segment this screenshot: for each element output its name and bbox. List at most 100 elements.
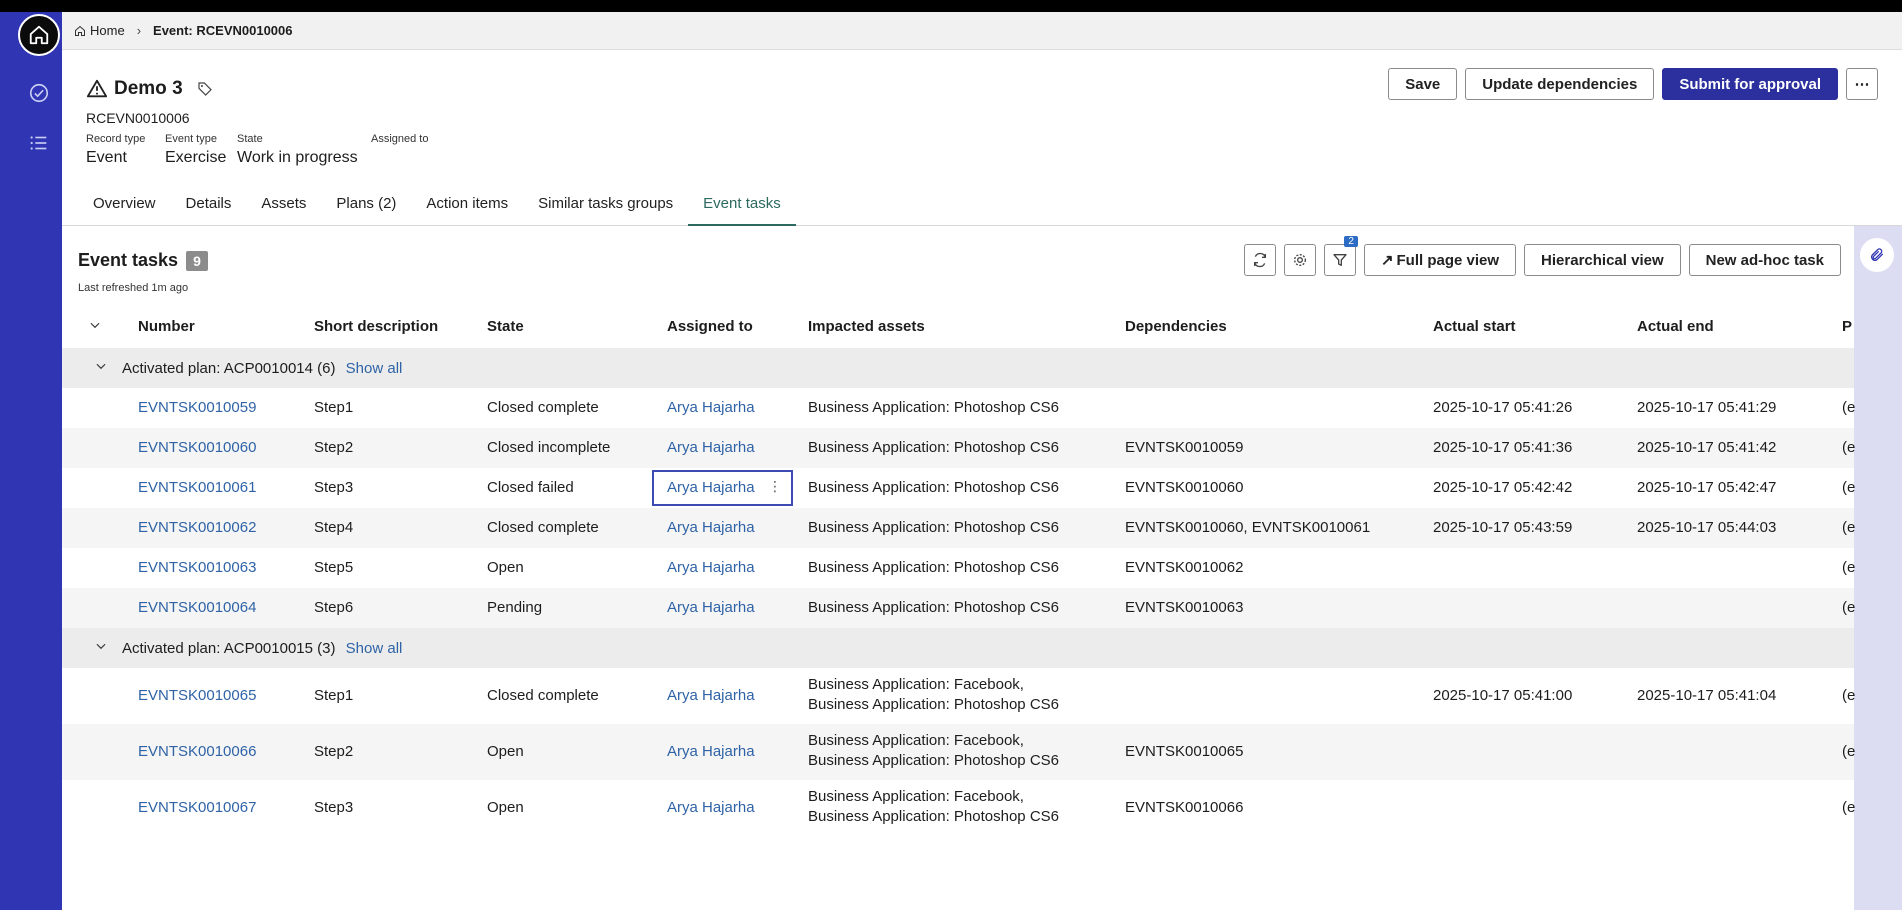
cell-state: Closed complete	[487, 519, 599, 536]
cell-dependencies: EVNTSK0010063	[1125, 599, 1244, 616]
field-value: Exercise	[165, 149, 227, 166]
cell-state: Open	[487, 799, 524, 816]
table-row[interactable]: EVNTSK0010063 Step5 Open Arya Hajarha Bu…	[62, 548, 1855, 588]
cell-short-description: Step1	[314, 687, 354, 704]
settings-button[interactable]	[1283, 244, 1316, 276]
tag-icon[interactable]	[197, 81, 213, 97]
table-row[interactable]: EVNTSK0010064 Step6 Pending Arya Hajarha…	[62, 588, 1855, 628]
column-header-actual-start[interactable]: Actual start	[1433, 318, 1516, 335]
cell-actual-end: 2025-10-17 05:44:03	[1637, 519, 1777, 536]
tab-plans[interactable]: Plans (2)	[321, 192, 411, 226]
tab-similar-tasks-groups[interactable]: Similar tasks groups	[523, 192, 688, 226]
approvals-check-icon[interactable]	[18, 72, 60, 114]
cell-impacted-assets: Business Application: Photoshop CS6	[808, 399, 1059, 416]
tab-overview[interactable]: Overview	[78, 192, 171, 226]
column-header-actual-end[interactable]: Actual end	[1637, 318, 1714, 335]
task-number-link[interactable]: EVNTSK0010067	[138, 799, 256, 816]
table-row[interactable]: EVNTSK0010060 Step2 Closed incomplete Ar…	[62, 428, 1856, 468]
column-header-assigned-to[interactable]: Assigned to	[667, 318, 753, 335]
cell-actual-start: 2025-10-17 05:41:26	[1433, 399, 1573, 416]
cell-impacted-assets-line2: Business Application: Photoshop CS6	[808, 752, 1059, 769]
filter-count-badge: 2	[1344, 236, 1358, 247]
tab-assets[interactable]: Assets	[246, 192, 321, 226]
filter-button[interactable]: 2	[1323, 236, 1358, 276]
assigned-to-link[interactable]: Arya Hajarha	[667, 559, 755, 576]
panel-toolbar: 2 ↗ Full page view Hierarchical view New…	[1243, 236, 1841, 276]
group-label: Activated plan: ACP0010015 (3)	[122, 639, 336, 657]
refresh-button[interactable]	[1243, 244, 1276, 276]
task-number-link[interactable]: EVNTSK0010065	[138, 687, 256, 704]
show-all-link[interactable]: Show all	[346, 360, 403, 377]
list-icon[interactable]	[18, 122, 60, 164]
tab-details[interactable]: Details	[171, 192, 247, 226]
breadcrumb-current: Event: RCEVN0010006	[153, 23, 293, 38]
breadcrumb-home[interactable]: Home	[74, 23, 125, 38]
cell-dependencies: EVNTSK0010065	[1125, 743, 1244, 760]
show-all-link[interactable]: Show all	[346, 640, 403, 657]
table-row[interactable]: EVNTSK0010065 Step1 Closed complete Arya…	[62, 668, 1855, 724]
tab-event-tasks[interactable]: Event tasks	[688, 192, 796, 226]
right-side-panel	[1854, 226, 1902, 910]
attachment-paperclip-icon[interactable]	[1860, 238, 1894, 272]
assigned-to-link[interactable]: Arya Hajarha	[667, 399, 755, 416]
submit-for-approval-button[interactable]: Submit for approval	[1662, 68, 1838, 100]
tab-action-items[interactable]: Action items	[411, 192, 523, 226]
cell-dependencies: EVNTSK0010066	[1125, 799, 1244, 816]
table-row[interactable]: EVNTSK0010062 Step4 Closed complete Arya…	[62, 508, 1855, 548]
task-number-link[interactable]: EVNTSK0010066	[138, 743, 256, 760]
collapse-all-chevron-icon[interactable]	[88, 318, 102, 336]
task-number-link[interactable]: EVNTSK0010062	[138, 519, 256, 536]
column-header-state[interactable]: State	[487, 318, 524, 335]
chevron-down-icon[interactable]	[94, 639, 108, 657]
assigned-to-link[interactable]: Arya Hajarha	[667, 439, 755, 456]
hierarchical-view-button[interactable]: Hierarchical view	[1524, 244, 1681, 276]
table-row[interactable]: EVNTSK0010059 Step1 Closed complete Arya…	[62, 388, 1855, 428]
column-header-short-description[interactable]: Short description	[314, 318, 438, 335]
chevron-down-icon[interactable]	[94, 359, 108, 377]
save-button[interactable]: Save	[1388, 68, 1458, 100]
task-number-link[interactable]: EVNTSK0010059	[138, 399, 256, 416]
field-event-type: Event type Exercise	[165, 133, 226, 167]
table-row[interactable]: EVNTSK0010067 Step3 Open Arya Hajarha Bu…	[62, 780, 1855, 836]
column-header-number[interactable]: Number	[138, 318, 195, 335]
cell-actual-start: 2025-10-17 05:42:42	[1433, 479, 1573, 496]
table-row[interactable]: EVNTSK0010061 Step3 Closed failed Arya H…	[62, 468, 1855, 508]
cell-short-description: Step5	[314, 559, 354, 576]
full-page-view-button[interactable]: ↗ Full page view	[1363, 244, 1517, 276]
assigned-to-link[interactable]: Arya Hajarha	[667, 519, 755, 536]
assigned-to-link[interactable]: Arya Hajarha	[667, 599, 755, 616]
cell-actual-start: 2025-10-17 05:41:36	[1433, 439, 1573, 456]
header-actions: Save Update dependencies Submit for appr…	[1388, 68, 1878, 100]
cell-dependencies: EVNTSK0010062	[1125, 559, 1244, 576]
table-header: Number Short description State Assigned …	[62, 314, 1854, 348]
group-row: Activated plan: ACP0010014 (6) Show all	[62, 348, 1854, 388]
task-number-link[interactable]: EVNTSK0010064	[138, 599, 256, 616]
home-icon[interactable]	[18, 14, 60, 56]
record-number: RCEVN0010006	[86, 110, 190, 126]
cell-p: (e	[1842, 439, 1856, 456]
task-number-link[interactable]: EVNTSK0010061	[138, 479, 256, 496]
assigned-to-link[interactable]: Arya Hajarha	[667, 743, 755, 760]
task-number-link[interactable]: EVNTSK0010060	[138, 439, 256, 456]
field-label: Assigned to	[371, 133, 429, 145]
task-number-link[interactable]: EVNTSK0010063	[138, 559, 256, 576]
assigned-to-link[interactable]: Arya Hajarha	[667, 799, 755, 816]
cell-impacted-assets: Business Application: Facebook,	[808, 676, 1024, 693]
cell-actual-end: 2025-10-17 05:41:04	[1637, 687, 1777, 704]
column-header-p[interactable]: P	[1842, 318, 1852, 335]
cell-short-description: Step2	[314, 439, 354, 456]
more-actions-button[interactable]: ⋯	[1846, 68, 1878, 100]
new-ad-hoc-task-button[interactable]: New ad-hoc task	[1688, 244, 1841, 276]
cell-menu-icon[interactable]: ⋮	[768, 478, 782, 495]
breadcrumb-home-label: Home	[90, 23, 125, 38]
update-dependencies-button[interactable]: Update dependencies	[1465, 68, 1655, 100]
table-row[interactable]: EVNTSK0010066 Step2 Open Arya Hajarha Bu…	[62, 724, 1855, 780]
cell-short-description: Step4	[314, 519, 354, 536]
assigned-to-link[interactable]: Arya Hajarha	[667, 687, 755, 704]
cell-impacted-assets: Business Application: Photoshop CS6	[808, 439, 1059, 456]
column-header-impacted-assets[interactable]: Impacted assets	[808, 318, 925, 335]
field-label: State	[237, 133, 263, 145]
column-header-dependencies[interactable]: Dependencies	[1125, 318, 1227, 335]
assigned-to-link[interactable]: Arya Hajarha	[667, 479, 755, 496]
cell-impacted-assets: Business Application: Facebook,	[808, 788, 1024, 805]
